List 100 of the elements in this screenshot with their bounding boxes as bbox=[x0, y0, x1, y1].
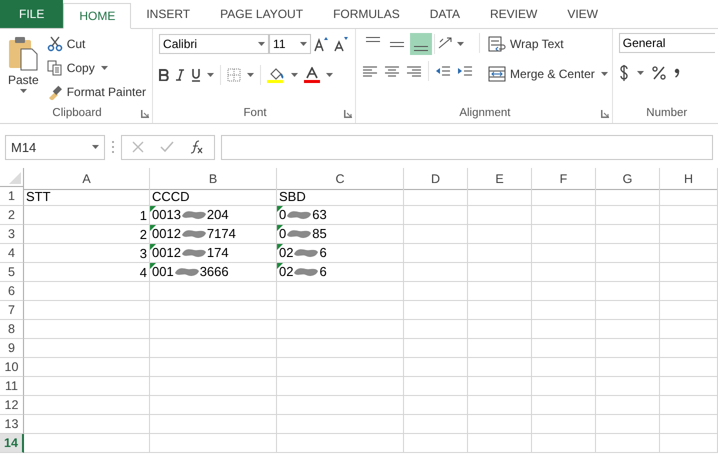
column-header[interactable]: F bbox=[532, 168, 596, 190]
dropdown-caret-icon[interactable] bbox=[291, 73, 298, 77]
font-size-dropdown[interactable]: 11 bbox=[269, 34, 312, 54]
row-header[interactable]: 11 bbox=[0, 377, 24, 396]
dropdown-caret-icon[interactable] bbox=[600, 72, 608, 76]
align-left-icon[interactable] bbox=[362, 64, 378, 78]
name-box[interactable]: M14 bbox=[5, 134, 105, 160]
column-header[interactable]: B bbox=[150, 168, 277, 190]
format-painter-button[interactable]: Format Painter bbox=[44, 81, 148, 103]
dropdown-caret-icon[interactable] bbox=[92, 145, 99, 149]
table-cell bbox=[660, 339, 718, 358]
number-format-value: General bbox=[622, 36, 666, 50]
font-name-dropdown[interactable]: Calibri bbox=[159, 34, 270, 54]
dropdown-caret-icon[interactable] bbox=[247, 73, 254, 77]
cell-text: 0013 bbox=[152, 207, 181, 223]
vertical-align-button[interactable] bbox=[410, 33, 432, 55]
paintbrush-icon bbox=[46, 84, 63, 100]
ribbon-tab[interactable]: FORMULAS bbox=[318, 0, 415, 28]
table-cell bbox=[596, 434, 660, 453]
row-header[interactable]: 3 bbox=[0, 225, 24, 244]
table-cell: SBD bbox=[277, 187, 404, 206]
table-cell bbox=[468, 206, 532, 225]
table-cell bbox=[468, 320, 532, 339]
fill-color-icon[interactable] bbox=[267, 67, 286, 83]
group-label: Font bbox=[242, 106, 268, 121]
ribbon-tab[interactable]: INSERT bbox=[131, 0, 206, 28]
italic-icon[interactable] bbox=[175, 69, 186, 81]
font-color-icon[interactable] bbox=[304, 67, 320, 83]
table-cell bbox=[660, 187, 718, 206]
comma-style-icon[interactable] bbox=[674, 68, 680, 78]
table-cell bbox=[660, 396, 718, 415]
align-center-icon[interactable] bbox=[384, 64, 400, 78]
row-header[interactable]: 14 bbox=[0, 434, 24, 453]
cut-button[interactable]: Cut bbox=[44, 33, 148, 55]
column-header[interactable]: A bbox=[24, 168, 150, 190]
wrap-text-button[interactable]: Wrap Text bbox=[486, 33, 608, 55]
ribbon-tab[interactable]: VIEW bbox=[552, 0, 613, 28]
row-header[interactable]: 5 bbox=[0, 263, 24, 282]
merge-center-button[interactable]: Merge & Center bbox=[486, 63, 597, 85]
row-header[interactable]: 2 bbox=[0, 206, 24, 225]
dialog-launcher-icon[interactable] bbox=[141, 110, 150, 118]
column-header[interactable]: G bbox=[596, 168, 660, 190]
file-tab[interactable]: FILE bbox=[0, 0, 64, 28]
dropdown-caret-icon[interactable] bbox=[326, 73, 334, 77]
dropdown-caret-icon[interactable] bbox=[258, 42, 266, 46]
grip-icon bbox=[111, 140, 115, 154]
table-cell bbox=[660, 282, 718, 301]
paste-button[interactable]: Paste bbox=[6, 33, 41, 105]
table-cell bbox=[660, 377, 718, 396]
row-header[interactable]: 8 bbox=[0, 320, 24, 339]
row-header[interactable]: 6 bbox=[0, 282, 24, 301]
bold-icon[interactable] bbox=[159, 69, 170, 81]
dropdown-caret-icon[interactable] bbox=[207, 73, 214, 77]
dialog-launcher-icon[interactable] bbox=[600, 110, 609, 118]
row-header[interactable]: 7 bbox=[0, 301, 24, 320]
row-header[interactable]: 12 bbox=[0, 396, 24, 415]
formula-input[interactable] bbox=[221, 134, 713, 160]
dropdown-caret-icon[interactable] bbox=[457, 42, 464, 46]
cell-text: 204 bbox=[206, 207, 229, 223]
table-cell bbox=[532, 377, 596, 396]
currency-icon[interactable] bbox=[618, 65, 629, 81]
ribbon-tab[interactable]: PAGE LAYOUT bbox=[205, 0, 318, 28]
column-header[interactable]: D bbox=[404, 168, 468, 190]
column-header[interactable]: E bbox=[468, 168, 532, 190]
ribbon-tab[interactable]: DATA bbox=[414, 0, 475, 28]
group-label: Number bbox=[645, 106, 688, 121]
insert-function-icon[interactable] bbox=[190, 140, 204, 154]
increase-indent-icon[interactable] bbox=[457, 64, 474, 78]
table-cell bbox=[404, 396, 468, 415]
table-cell bbox=[660, 263, 718, 282]
redaction-mark bbox=[293, 265, 320, 279]
table-cell bbox=[596, 206, 660, 225]
dropdown-caret-icon[interactable] bbox=[636, 71, 644, 75]
table-cell: 2 bbox=[24, 225, 150, 244]
column-header[interactable]: C bbox=[277, 168, 404, 190]
table-cell bbox=[532, 244, 596, 263]
copy-button[interactable]: Copy bbox=[44, 57, 97, 79]
row-header[interactable]: 10 bbox=[0, 358, 24, 377]
row-header[interactable]: 4 bbox=[0, 244, 24, 263]
underline-icon[interactable] bbox=[191, 68, 202, 82]
table-cell bbox=[532, 301, 596, 320]
dropdown-caret-icon[interactable] bbox=[20, 89, 27, 93]
ribbon-tab[interactable]: REVIEW bbox=[474, 0, 552, 28]
row-header[interactable]: 1 bbox=[0, 187, 24, 206]
align-right-icon[interactable] bbox=[406, 64, 422, 78]
borders-icon[interactable] bbox=[227, 68, 242, 82]
align-lines-icon bbox=[366, 37, 380, 42]
clipboard-icon bbox=[8, 35, 38, 71]
ribbon-tab[interactable]: HOME bbox=[63, 3, 132, 29]
column-header[interactable]: H bbox=[660, 168, 718, 190]
dialog-launcher-icon[interactable] bbox=[344, 110, 352, 118]
dropdown-caret-icon[interactable] bbox=[100, 66, 108, 70]
decrease-indent-icon[interactable] bbox=[435, 64, 452, 78]
wrap-text-icon bbox=[488, 36, 506, 52]
row-header[interactable]: 9 bbox=[0, 339, 24, 358]
dropdown-caret-icon[interactable] bbox=[300, 42, 308, 46]
table-cell bbox=[532, 339, 596, 358]
percent-icon[interactable] bbox=[652, 66, 666, 80]
number-format-field[interactable]: General bbox=[618, 33, 715, 53]
table-cell bbox=[404, 339, 468, 358]
